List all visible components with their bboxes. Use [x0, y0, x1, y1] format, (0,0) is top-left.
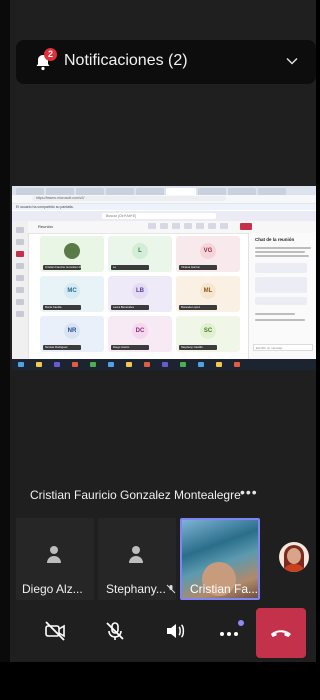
- mic-off-icon: [106, 622, 124, 640]
- participant-avatar[interactable]: [279, 542, 309, 572]
- notifications-bar[interactable]: 2 Notificaciones (2): [16, 40, 316, 84]
- shared-participant-tile: DC Diego Castro: [108, 316, 172, 352]
- shared-participant-label: Viviana Garzon: [179, 265, 217, 270]
- self-video-tile[interactable]: Cristian Fa...: [180, 518, 260, 600]
- end-call-icon: [271, 630, 291, 637]
- shared-participant-label: Nicolas Rodriguez: [43, 345, 81, 350]
- teams-search: Buscar (Ctrl+Alt+E): [102, 213, 216, 219]
- presenter-more-button[interactable]: •••: [240, 484, 258, 500]
- camera-off-icon: [45, 621, 65, 641]
- meeting-chat-panel: Chat de la reunión Escribir un mensaje: [248, 233, 316, 359]
- more-notification-dot: [238, 620, 244, 626]
- teams-top-bar: Buscar (Ctrl+Alt+E): [12, 211, 316, 221]
- participant-tile-diego[interactable]: Diego Alz...: [16, 518, 108, 600]
- shared-participant-label: Laura Benavides: [111, 305, 149, 310]
- shared-participant-tile: VG Viviana Garzon: [176, 236, 240, 272]
- browser-address-bar: https://teams.microsoft.com/v2/: [12, 195, 316, 204]
- shared-participant-tile: LB Laura Benavides: [108, 276, 172, 312]
- left-edge: [0, 0, 10, 700]
- speaker-button[interactable]: [152, 608, 198, 654]
- shared-participant-label: Stephany Castillo: [179, 345, 217, 350]
- participant-name: Diego Alz...: [22, 582, 83, 596]
- shared-participant-tile: Cristian Fauricio Gonzalez Montealegre: [40, 236, 104, 272]
- bottom-area: [0, 662, 316, 700]
- windows-taskbar: [12, 359, 316, 370]
- shared-leave-button: [240, 223, 252, 230]
- speaker-icon: [167, 624, 185, 638]
- shared-participant-avatar: L: [132, 243, 148, 259]
- participant-grid: Cristian Fauricio Gonzalez MontealegreLL…: [40, 236, 240, 361]
- shared-participant-avatar: DC: [132, 323, 148, 339]
- more-options-button[interactable]: [206, 608, 252, 654]
- self-video-name: Cristian Fa...: [190, 582, 259, 596]
- shared-participant-label: Diego Castro: [111, 345, 149, 350]
- person-icon: [129, 546, 143, 563]
- presenter-name: Cristian Fauricio Gonzalez Montealegre: [30, 488, 241, 502]
- more-icon: [220, 632, 238, 636]
- person-icon: [47, 546, 61, 563]
- shared-participant-avatar: [64, 243, 80, 259]
- camera-toggle-button[interactable]: [32, 608, 78, 654]
- mic-toggle-button[interactable]: [92, 608, 138, 654]
- shared-participant-avatar: MC: [64, 283, 80, 299]
- participant-name: Stephany...: [106, 582, 166, 596]
- shared-participant-avatar: VG: [200, 243, 216, 259]
- shared-participant-tile: ML Manuela Lopez: [176, 276, 240, 312]
- browser-tabs: [12, 186, 316, 195]
- shared-participant-label: Manuela Lopez: [179, 305, 217, 310]
- shared-participant-avatar: NR: [64, 323, 80, 339]
- chat-input: Escribir un mensaje: [253, 344, 313, 351]
- meeting-label: Reunión: [38, 224, 53, 229]
- shared-participant-label: Lo: [111, 265, 149, 270]
- share-banner: El usuario ha compartido su pantalla.: [12, 204, 316, 210]
- shared-participant-tile: L Lo: [108, 236, 172, 272]
- shared-screen: https://teams.microsoft.com/v2/ El usuar…: [12, 186, 316, 370]
- shared-participant-tile: MC Maria Camila: [40, 276, 104, 312]
- chevron-down-icon[interactable]: [286, 55, 298, 67]
- notification-count-badge: 2: [44, 48, 57, 61]
- notifications-title: Notificaciones (2): [64, 52, 188, 69]
- shared-participant-tile: NR Nicolas Rodriguez: [40, 316, 104, 352]
- mic-off-icon: [166, 584, 176, 594]
- end-call-button[interactable]: [256, 608, 306, 658]
- shared-participant-label: Maria Camila: [43, 305, 81, 310]
- call-controls: [10, 602, 316, 662]
- shared-participant-label: Cristian Fauricio Gonzalez Montealegre: [43, 265, 81, 270]
- shared-participant-tile: SC Stephany Castillo: [176, 316, 240, 352]
- chat-title: Chat de la reunión: [255, 237, 295, 242]
- teams-app-rail: [12, 221, 29, 359]
- shared-participant-avatar: SC: [200, 323, 216, 339]
- shared-participant-avatar: LB: [132, 283, 148, 299]
- address-field: https://teams.microsoft.com/v2/: [32, 196, 226, 201]
- participant-tile-stephany[interactable]: Stephany...: [98, 518, 176, 600]
- shared-participant-avatar: ML: [200, 283, 216, 299]
